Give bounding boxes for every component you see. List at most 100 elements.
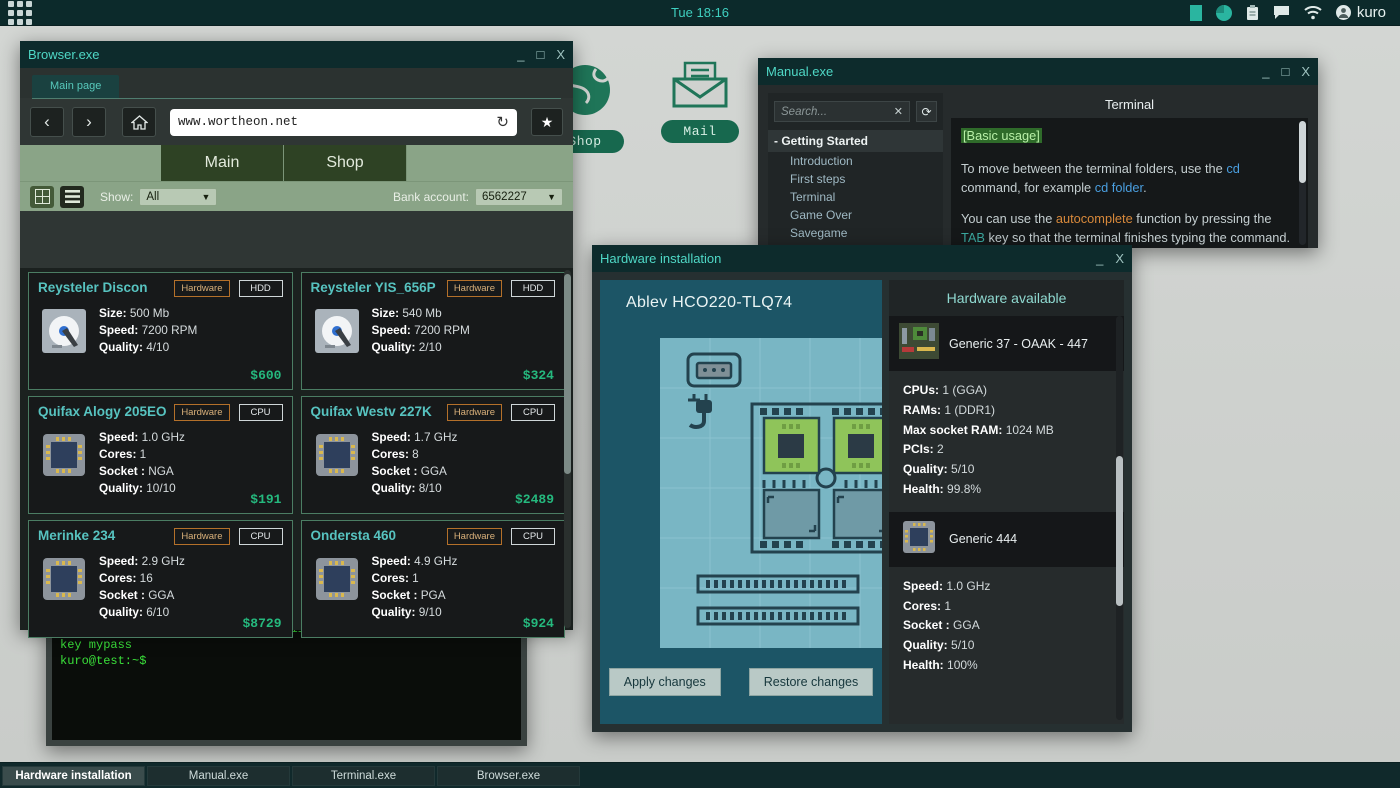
hardware-item-header[interactable]: Generic 444 xyxy=(889,511,1124,567)
spec-key: Quality: xyxy=(99,340,143,355)
spec-key: Speed: xyxy=(99,430,139,444)
product-card[interactable]: Quifax Alogy 205EO Hardware CPU Speed: 1… xyxy=(28,396,293,514)
refresh-icon[interactable]: ⟳ xyxy=(916,101,937,122)
tag-hardware: Hardware xyxy=(174,528,230,545)
doc-text: To move between the terminal folders, us… xyxy=(961,161,1227,177)
minimize-button[interactable]: _ xyxy=(1096,251,1103,266)
spec-val: 1024 MB xyxy=(1005,422,1054,437)
chevron-down-icon: ▼ xyxy=(547,191,556,202)
site-tab-shop[interactable]: Shop xyxy=(284,145,407,181)
motherboard-icon xyxy=(899,323,939,364)
browser-tab[interactable]: Main page xyxy=(32,75,120,98)
tree-item-first-steps[interactable]: First steps xyxy=(768,170,943,188)
browser-titlebar[interactable]: Browser.exe _ □ X xyxy=(20,41,573,68)
grid-view-icon[interactable] xyxy=(30,185,54,208)
back-button[interactable]: ‹ xyxy=(30,107,64,137)
doc-paragraph: To move between the terminal folders, us… xyxy=(961,159,1298,197)
spec-val: 2/10 xyxy=(418,340,442,355)
product-price: $324 xyxy=(522,368,554,383)
show-value: All xyxy=(146,190,160,203)
hardware-list-item[interactable]: Generic 444 Speed: 1.0 GHz Cores: 1 Sock… xyxy=(889,511,1124,688)
clock: Tue 18:16 xyxy=(670,5,730,20)
product-card[interactable]: Reysteler Discon Hardware HDD Size: 500 … xyxy=(28,272,293,390)
maximize-button[interactable]: □ xyxy=(1281,64,1289,79)
product-card[interactable]: Quifax Westv 227K Hardware CPU Speed: 1.… xyxy=(300,396,565,514)
bank-account-select[interactable]: 6562227 ▼ xyxy=(475,187,563,206)
spec-key: Quality: xyxy=(903,462,948,477)
doc-keyword-cd-folder: cd folder xyxy=(1094,180,1144,196)
motherboard-panel[interactable]: Ablev HCO220-TLQ74 Apply changes Restore… xyxy=(600,280,882,724)
spec-val: 8 xyxy=(412,447,419,462)
spec-key: Socket : xyxy=(99,464,145,479)
spec-val: 10/10 xyxy=(146,481,176,496)
bookmark-icon[interactable]: ★ xyxy=(531,108,563,136)
product-scrollbar[interactable] xyxy=(564,270,571,628)
apply-changes-button[interactable]: Apply changes xyxy=(608,668,721,696)
list-view-icon[interactable] xyxy=(60,185,84,208)
hardware-list-item[interactable]: Generic 37 - OAAK - 447 CPUs: 1 (GGA) RA… xyxy=(889,316,1124,512)
hardware-titlebar[interactable]: Hardware installation _ X xyxy=(592,245,1132,272)
restore-changes-button[interactable]: Restore changes xyxy=(748,668,874,696)
spec-val: 540 Mb xyxy=(402,306,442,320)
spec-val: 1.7 GHz xyxy=(414,430,458,444)
hardware-item-name: Generic 37 - OAAK - 447 xyxy=(949,336,1088,351)
tag-type: CPU xyxy=(238,404,283,421)
taskbar-item-browser[interactable]: Browser.exe xyxy=(437,765,580,786)
desktop-icon-mail[interactable]: Mail xyxy=(640,61,760,143)
tree-item-game-over[interactable]: Game Over xyxy=(768,206,943,224)
browser-window[interactable]: Browser.exe _ □ X Main page ‹ › www.wort… xyxy=(20,41,573,638)
spec-key: Speed: xyxy=(371,323,411,338)
reload-icon[interactable]: ↻ xyxy=(496,113,509,131)
tag-type: HDD xyxy=(511,280,555,297)
hardware-installation-window[interactable]: Hardware installation _ X Ablev HCO220-T… xyxy=(592,245,1132,732)
product-card[interactable]: Reysteler YIS_656P Hardware HDD Size: 54… xyxy=(300,272,565,390)
close-button[interactable]: X xyxy=(556,47,565,62)
spec-key: Cores: xyxy=(903,598,942,613)
tree-item-terminal[interactable]: Terminal xyxy=(768,188,943,206)
hardware-item-specs: CPUs: 1 (GGA) RAMs: 1 (DDR1) Max socket … xyxy=(889,371,1124,512)
spec-key: Speed: xyxy=(371,430,411,444)
manual-titlebar[interactable]: Manual.exe _ □ X xyxy=(758,58,1318,85)
clear-search-icon[interactable]: ✕ xyxy=(894,105,903,118)
spec-val: 100% xyxy=(947,657,978,672)
spec-val: PGA xyxy=(420,588,446,603)
show-select[interactable]: All ▼ xyxy=(139,187,218,206)
motherboard-diagram[interactable] xyxy=(660,338,882,648)
manual-window[interactable]: Manual.exe _ □ X Search... ✕ ⟳ - Getting… xyxy=(758,58,1318,248)
tree-item-introduction[interactable]: Introduction xyxy=(768,152,943,170)
doc-body: [Basic usage] To move between the termin… xyxy=(951,118,1308,248)
home-icon[interactable] xyxy=(122,107,156,137)
tag-type: CPU xyxy=(511,528,555,545)
product-card[interactable]: Merinke 234 Hardware CPU Speed: 2.9 GHz … xyxy=(28,520,293,638)
minimize-button[interactable]: _ xyxy=(1262,64,1269,79)
spec-key: Quality: xyxy=(99,605,143,620)
spec-key: Quality: xyxy=(99,481,143,496)
hardware-item-specs: Speed: 1.0 GHz Cores: 1 Socket : GGA Qua… xyxy=(889,567,1124,688)
doc-scrollbar[interactable] xyxy=(1299,121,1306,245)
taskbar-item-manual[interactable]: Manual.exe xyxy=(147,765,290,786)
close-button[interactable]: X xyxy=(1115,251,1124,266)
manual-content: Terminal [Basic usage] To move between t… xyxy=(951,93,1308,248)
spec-val: 4.9 GHz xyxy=(414,554,458,568)
hardware-item-header[interactable]: Generic 37 - OAAK - 447 xyxy=(889,316,1124,371)
window-title: Manual.exe xyxy=(766,64,834,79)
close-button[interactable]: X xyxy=(1301,64,1310,79)
url-bar[interactable]: www.wortheon.net ↻ xyxy=(170,108,517,136)
maximize-button[interactable]: □ xyxy=(536,47,544,62)
spec-key: Socket : xyxy=(371,588,418,603)
site-tab-main[interactable]: Main xyxy=(161,145,284,181)
product-list: Reysteler Discon Hardware HDD Size: 500 … xyxy=(20,268,573,638)
search-input[interactable]: Search... ✕ xyxy=(774,101,910,122)
minimize-button[interactable]: _ xyxy=(517,47,524,62)
spec-key: Speed: xyxy=(371,554,411,568)
taskbar-item-hardware-installation[interactable]: Hardware installation xyxy=(2,765,145,786)
forward-button[interactable]: › xyxy=(72,107,106,137)
cpu-icon xyxy=(311,553,363,621)
spec-key: Size: xyxy=(99,306,127,320)
tree-group-getting-started[interactable]: - Getting Started xyxy=(768,130,943,152)
hardware-list-scrollbar[interactable] xyxy=(1116,316,1123,720)
url-input[interactable]: www.wortheon.net xyxy=(178,115,496,129)
taskbar-item-terminal[interactable]: Terminal.exe xyxy=(292,765,435,786)
tree-item-savegame[interactable]: Savegame xyxy=(768,224,943,242)
product-card[interactable]: Ondersta 460 Hardware CPU Speed: 4.9 GHz… xyxy=(300,520,565,638)
